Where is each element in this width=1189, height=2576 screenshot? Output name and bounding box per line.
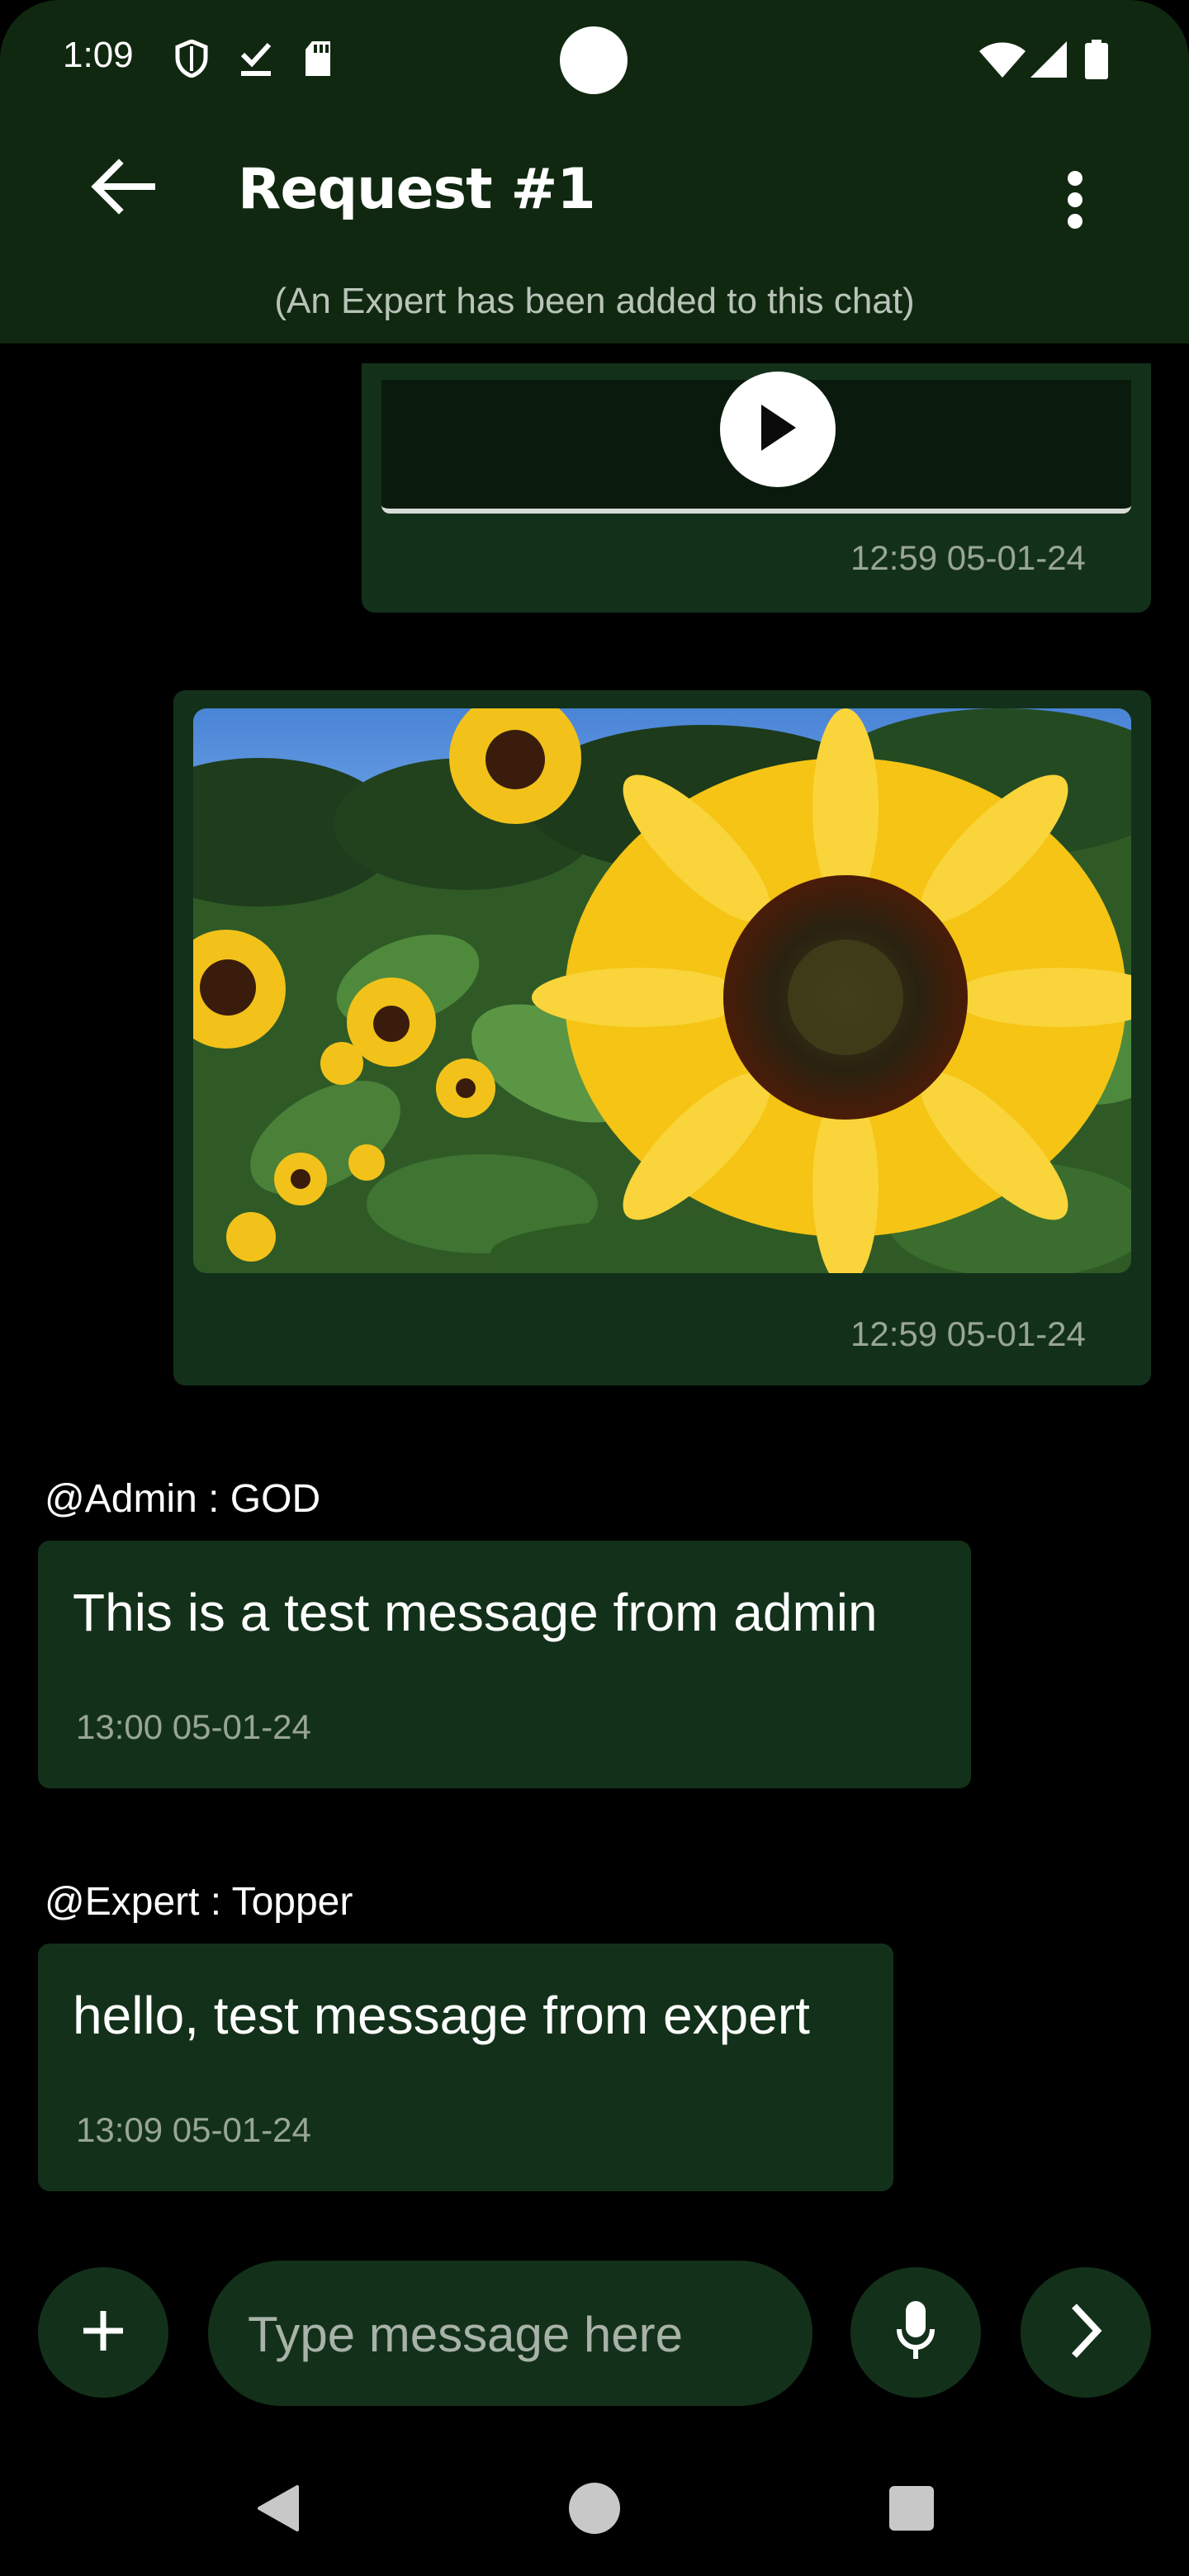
message-text: This is a test message from admin xyxy=(73,1583,878,1642)
signal-icon xyxy=(1030,41,1067,81)
back-button[interactable] xyxy=(83,149,162,228)
status-bar: 1:09 xyxy=(0,0,1189,124)
message-timestamp: 12:59 05-01-24 xyxy=(850,538,1086,577)
page-title: Request #1 xyxy=(238,157,596,222)
home-circle-icon xyxy=(568,2482,621,2538)
play-button[interactable] xyxy=(720,372,836,487)
message-timestamp: 12:59 05-01-24 xyxy=(850,1314,1086,1353)
mic-icon xyxy=(896,2301,936,2364)
add-attachment-button[interactable] xyxy=(38,2267,168,2398)
front-camera xyxy=(560,26,628,94)
message-timestamp: 13:09 05-01-24 xyxy=(76,2110,311,2149)
recents-square-icon xyxy=(888,2484,936,2536)
image-message-bubble[interactable]: 12:59 05-01-24 xyxy=(173,690,1151,1385)
voice-record-button[interactable] xyxy=(850,2267,981,2398)
plus-icon xyxy=(82,2309,125,2356)
arrow-back-icon xyxy=(89,157,155,220)
video-message-bubble[interactable]: 12:59 05-01-24 xyxy=(362,363,1151,613)
text-message-bubble[interactable]: This is a test message from admin 13:00 … xyxy=(38,1541,971,1788)
battery-icon xyxy=(1085,40,1108,83)
check-download-icon xyxy=(239,40,272,81)
sender-label: @Admin : GOD xyxy=(45,1477,321,1521)
nav-recents-button[interactable] xyxy=(870,2469,953,2551)
chevron-right-icon xyxy=(1069,2303,1102,2362)
message-text: hello, test message from expert xyxy=(73,1986,810,2045)
status-time: 1:09 xyxy=(63,35,134,75)
sunflower-photo[interactable] xyxy=(193,708,1131,1273)
send-button[interactable] xyxy=(1021,2267,1151,2398)
message-input-container[interactable] xyxy=(208,2261,812,2408)
sender-label: @Expert : Topper xyxy=(45,1880,353,1924)
back-triangle-icon xyxy=(254,2484,301,2536)
message-input[interactable] xyxy=(246,2261,778,2408)
nav-back-button[interactable] xyxy=(236,2469,319,2551)
more-options-button[interactable] xyxy=(1042,162,1108,241)
app-header: 1:09 Request #1 (An Expert has been adde… xyxy=(0,0,1189,343)
more-vertical-icon xyxy=(1067,170,1083,233)
shield-icon xyxy=(175,39,208,81)
wifi-icon xyxy=(979,41,1026,81)
message-timestamp: 13:00 05-01-24 xyxy=(76,1707,311,1746)
sd-card-icon xyxy=(302,40,334,81)
video-player[interactable] xyxy=(381,372,1131,514)
text-message-bubble[interactable]: hello, test message from expert 13:09 05… xyxy=(38,1944,893,2191)
nav-home-button[interactable] xyxy=(553,2469,636,2551)
play-icon xyxy=(756,403,799,456)
chat-subtitle: (An Expert has been added to this chat) xyxy=(274,281,915,321)
chat-screen: 1:09 Request #1 (An Expert has been adde… xyxy=(0,0,1189,2576)
